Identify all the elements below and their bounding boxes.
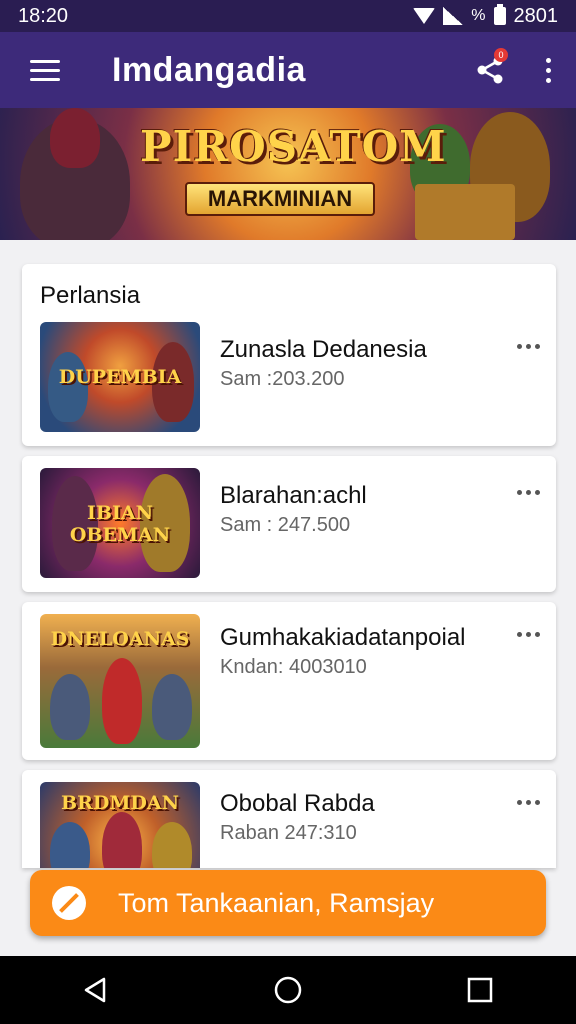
more-horizontal-icon[interactable] bbox=[517, 344, 540, 349]
banner-chest bbox=[415, 184, 515, 240]
section-title: Perlansia bbox=[40, 282, 141, 309]
list-card: BRDMDAN Obobal Rabda Raban 247:310 bbox=[22, 770, 556, 868]
home-button[interactable] bbox=[258, 960, 318, 1020]
hamburger-icon[interactable] bbox=[0, 32, 90, 108]
status-battery-pct: % bbox=[471, 7, 486, 24]
back-icon bbox=[84, 977, 106, 1003]
primary-action-button[interactable]: Tom Tankaanian, Ramsjay bbox=[30, 870, 546, 936]
hero-banner[interactable]: PIROSATOM MARKMINIAN bbox=[0, 108, 576, 240]
cta-label: Tom Tankaanian, Ramsjay bbox=[118, 887, 435, 918]
app-bar: Imdangadia 0 bbox=[0, 32, 576, 108]
share-button[interactable]: 0 bbox=[460, 32, 520, 108]
banner-title: PIROSATOM bbox=[140, 122, 447, 171]
item-title: Obobal Rabda bbox=[220, 790, 375, 817]
thumbnail-title: DNELOANAS bbox=[50, 628, 190, 650]
signal-icon bbox=[443, 7, 464, 25]
more-horizontal-icon[interactable] bbox=[517, 632, 540, 637]
game-thumbnail: BRDMDAN bbox=[40, 782, 200, 868]
home-icon bbox=[274, 976, 302, 1004]
item-title: Zunasla Dedanesia bbox=[220, 336, 427, 363]
system-nav-bar bbox=[0, 956, 576, 1024]
item-subtitle: Sam :203.200 bbox=[220, 368, 345, 390]
list-card: DNELOANAS Gumhakakiadatanpoial Kndan: 40… bbox=[22, 602, 556, 760]
app-title: Imdangadia bbox=[112, 50, 306, 89]
item-subtitle: Raban 247:310 bbox=[220, 822, 357, 844]
list-card: IBIAN OBEMAN Blarahan:achl Sam : 247.500 bbox=[22, 456, 556, 592]
more-horizontal-icon[interactable] bbox=[517, 800, 540, 805]
game-thumbnail: DUPEMBIA bbox=[40, 322, 200, 432]
list-item[interactable]: DUPEMBIA Zunasla Dedanesia Sam :203.200 bbox=[22, 322, 556, 432]
recents-icon bbox=[467, 977, 493, 1003]
item-title: Blarahan:achl bbox=[220, 482, 367, 509]
list-item[interactable]: DNELOANAS Gumhakakiadatanpoial Kndan: 40… bbox=[22, 614, 556, 748]
banner-hero-figure bbox=[50, 108, 100, 168]
section-card: Perlansia DUPEMBIA Zunasla Dedanesia Sam… bbox=[22, 264, 556, 446]
status-right-text: 2801 bbox=[513, 4, 559, 27]
game-thumbnail: IBIAN OBEMAN bbox=[40, 468, 200, 578]
more-horizontal-icon[interactable] bbox=[517, 490, 540, 495]
item-subtitle: Kndan: 4003010 bbox=[220, 656, 367, 678]
item-subtitle: Sam : 247.500 bbox=[220, 514, 351, 536]
banner-subtitle: MARKMINIAN bbox=[185, 182, 375, 216]
status-time: 18:20 bbox=[18, 4, 69, 27]
list-item[interactable]: BRDMDAN Obobal Rabda Raban 247:310 bbox=[22, 782, 556, 868]
notification-badge: 0 bbox=[494, 48, 508, 62]
status-icons: % 2801 bbox=[413, 4, 559, 28]
game-thumbnail: DNELOANAS bbox=[40, 614, 200, 748]
wifi-icon bbox=[413, 8, 436, 24]
more-vertical-icon[interactable] bbox=[520, 32, 576, 108]
thumbnail-title: DUPEMBIA bbox=[58, 366, 182, 388]
cancel-circle-icon bbox=[52, 886, 86, 920]
thumbnail-title: BRDMDAN bbox=[61, 792, 179, 814]
recents-button[interactable] bbox=[450, 960, 510, 1020]
back-button[interactable] bbox=[66, 960, 126, 1020]
battery-icon bbox=[493, 4, 506, 25]
thumbnail-title: IBIAN OBEMAN bbox=[69, 502, 171, 546]
list-item[interactable]: IBIAN OBEMAN Blarahan:achl Sam : 247.500 bbox=[22, 468, 556, 578]
status-bar: 18:20 % 2801 bbox=[0, 0, 576, 32]
item-title: Gumhakakiadatanpoial bbox=[220, 624, 466, 651]
